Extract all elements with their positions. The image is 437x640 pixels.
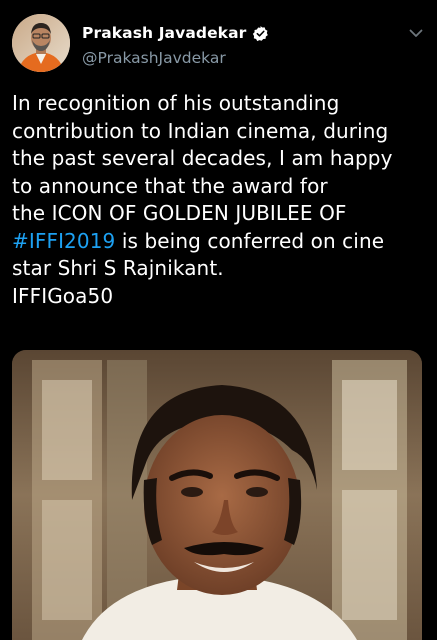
author-names: Prakash Javadekar @PrakashJavdekar bbox=[82, 23, 382, 67]
tweet-header: Prakash Javadekar @PrakashJavdekar bbox=[12, 14, 425, 74]
tweet-text-line: In recognition of his outstanding bbox=[12, 91, 340, 115]
tweet-text-line: IFFIGoa50 bbox=[12, 283, 114, 308]
tweet-card[interactable]: Prakash Javadekar @PrakashJavdekar In re… bbox=[0, 0, 437, 640]
chevron-down-icon[interactable] bbox=[407, 24, 425, 42]
tweet-text: In recognition of his outstanding contri… bbox=[12, 90, 425, 310]
user-handle[interactable]: @PrakashJavdekar bbox=[82, 49, 382, 67]
tweet-media-photo[interactable] bbox=[12, 350, 422, 640]
hashtag-link[interactable]: #IFFI2019 bbox=[12, 229, 115, 253]
portrait-photo bbox=[12, 350, 422, 640]
tweet-text-line: star Shri S Rajnikant. bbox=[12, 256, 224, 280]
avatar[interactable] bbox=[12, 14, 70, 72]
tweet-text-line: to announce that the award for bbox=[12, 173, 328, 198]
display-name[interactable]: Prakash Javadekar bbox=[82, 24, 246, 42]
display-name-row: Prakash Javadekar bbox=[82, 23, 382, 43]
verified-badge-icon bbox=[252, 25, 269, 42]
avatar-photo bbox=[12, 14, 70, 72]
tweet-text-line: contribution to Indian cinema, during bbox=[12, 118, 389, 143]
tweet-text-fragment: is being conferred on cine bbox=[115, 228, 385, 253]
tweet-text-line: the past several decades, I am happy bbox=[12, 146, 393, 170]
tweet-text-line: the ICON OF GOLDEN JUBILEE OF bbox=[12, 201, 347, 225]
tweet-text-line: #IFFI2019 is being conferred on cine bbox=[12, 228, 425, 256]
